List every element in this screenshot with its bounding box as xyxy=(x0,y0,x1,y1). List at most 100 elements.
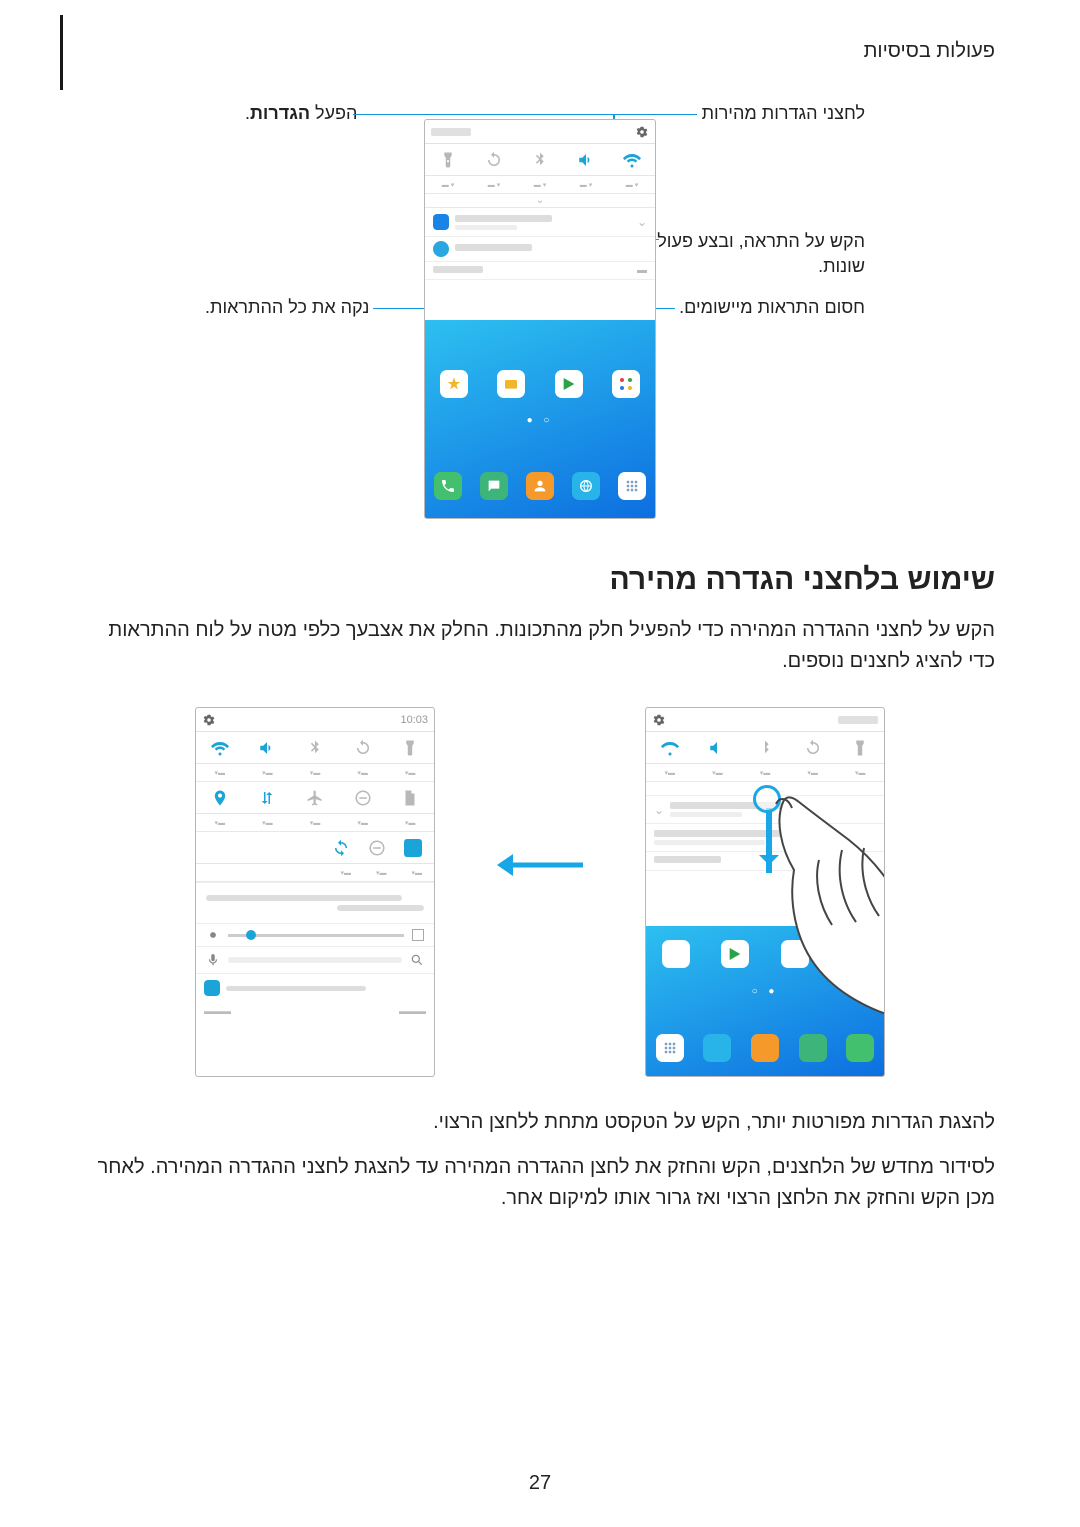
file-icon[interactable] xyxy=(401,789,419,807)
text: הפעל xyxy=(310,103,357,123)
dnd-icon[interactable] xyxy=(354,789,372,807)
callout-tap-notification: הקש על התראה, ובצע פעולות שונות. xyxy=(640,229,865,279)
browser-icon[interactable] xyxy=(703,1034,731,1062)
brightness-icon xyxy=(206,928,220,942)
callout-clear-all: נקה את כל ההתראות. xyxy=(205,297,369,318)
notification-text xyxy=(654,830,876,845)
contacts-icon[interactable] xyxy=(751,1034,779,1062)
play-icon[interactable] xyxy=(555,370,583,398)
wifi-icon[interactable] xyxy=(211,739,229,757)
search-row[interactable] xyxy=(196,946,434,973)
folder-icon[interactable] xyxy=(781,940,809,968)
chevron-down-icon[interactable]: ⌄ xyxy=(637,215,647,229)
app-icon[interactable] xyxy=(662,940,690,968)
airplane-icon[interactable] xyxy=(306,789,324,807)
gear-icon[interactable] xyxy=(202,713,216,727)
star-icon[interactable] xyxy=(840,940,868,968)
notification-item[interactable] xyxy=(425,237,655,262)
tile-icon[interactable] xyxy=(404,839,422,857)
bluetooth-icon[interactable] xyxy=(756,739,774,757)
app-icon[interactable] xyxy=(612,370,640,398)
chevron-down-icon[interactable]: ⌄ xyxy=(654,803,664,817)
page-dots: ○ ● xyxy=(425,415,655,426)
bluetooth-icon[interactable] xyxy=(531,151,549,169)
callout-line xyxy=(615,114,697,115)
qs-labels: ▾▬▾▬▾▬▾▬▾▬ xyxy=(196,764,434,782)
brightness-row xyxy=(196,882,434,923)
browser-icon[interactable] xyxy=(572,472,600,500)
clear-text xyxy=(433,266,631,276)
paragraph: להצגת הגדרות מפורטות יותר, הקש על הטקסט … xyxy=(85,1107,995,1138)
home-row xyxy=(646,940,884,968)
text: שונות. xyxy=(640,254,865,279)
status-time xyxy=(431,128,471,136)
wifi-icon[interactable] xyxy=(661,739,679,757)
text: הקש על התראה, ובצע פעולות xyxy=(640,229,865,254)
notification-text xyxy=(455,215,631,230)
slider-row[interactable] xyxy=(196,923,434,946)
section-heading: שימוש בלחצני הגדרה מהירה xyxy=(85,563,995,597)
search-icon[interactable] xyxy=(410,953,424,967)
sound-icon[interactable] xyxy=(577,151,595,169)
app-badge-icon xyxy=(433,214,449,230)
location-icon[interactable] xyxy=(211,789,229,807)
flashlight-icon[interactable] xyxy=(851,739,869,757)
home-wallpaper: ○ ● xyxy=(425,320,655,518)
status-bar: 10:03 xyxy=(196,708,434,732)
qs-labels: ▾ ▬▾ ▬▾ ▬▾ ▬▾ ▬ xyxy=(425,176,655,194)
bluetooth-icon[interactable] xyxy=(306,739,324,757)
notif-row[interactable] xyxy=(196,973,434,1002)
rotation-icon[interactable] xyxy=(485,151,503,169)
contacts-icon[interactable] xyxy=(526,472,554,500)
home-wallpaper: ○ ● xyxy=(646,926,884,1076)
callout-qs-buttons: לחצני הגדרות מהירות xyxy=(702,103,865,124)
callout-line xyxy=(353,114,613,115)
flashlight-icon[interactable] xyxy=(401,739,419,757)
apps-icon[interactable] xyxy=(618,472,646,500)
clear-icon[interactable]: ▬ xyxy=(637,265,647,276)
notification-item[interactable]: ⌄ xyxy=(425,208,655,237)
sound-icon[interactable] xyxy=(708,739,726,757)
text-bold: הגדרות xyxy=(250,103,310,123)
messages-icon[interactable] xyxy=(799,1034,827,1062)
messages-icon[interactable] xyxy=(480,472,508,500)
dock-row xyxy=(646,1034,884,1062)
qs-row-1 xyxy=(196,732,434,764)
qs-labels: ▾▬▾▬▾▬▾▬▾▬ xyxy=(196,814,434,832)
notification-text xyxy=(455,244,647,254)
home-row xyxy=(425,370,655,398)
status-time xyxy=(838,716,878,724)
gear-icon[interactable] xyxy=(635,125,649,139)
flashlight-icon[interactable] xyxy=(439,151,457,169)
sound-icon[interactable] xyxy=(258,739,276,757)
play-icon[interactable] xyxy=(721,940,749,968)
sync-icon[interactable] xyxy=(332,839,350,857)
callout-launch-settings: הפעל הגדרות. xyxy=(245,103,357,124)
gear-icon[interactable] xyxy=(652,713,666,727)
qs-row-3 xyxy=(196,832,434,864)
divider-rule xyxy=(60,15,63,90)
phone-mock-expanded: 10:03 ▾▬▾▬▾▬▾▬▾▬ ▾▬▾▬▾▬▾▬▾▬ xyxy=(195,707,435,1077)
phone-icon[interactable] xyxy=(846,1034,874,1062)
phone-icon[interactable] xyxy=(434,472,462,500)
rotation-icon[interactable] xyxy=(354,739,372,757)
paragraph: הקש על לחצני ההגדרה המהירה כדי להפעיל חל… xyxy=(85,615,995,677)
auto-checkbox[interactable] xyxy=(412,929,424,941)
app-badge-icon xyxy=(433,241,449,257)
rotation-icon[interactable] xyxy=(804,739,822,757)
apps-icon[interactable] xyxy=(656,1034,684,1062)
page-number: 27 xyxy=(0,1472,1080,1495)
mic-icon[interactable] xyxy=(206,953,220,967)
notification-item[interactable] xyxy=(646,824,884,852)
notification-clear-bar[interactable]: ▬ xyxy=(425,262,655,280)
wifi-icon[interactable] xyxy=(623,151,641,169)
data-icon[interactable] xyxy=(258,789,276,807)
drag-handle[interactable]: ⌄ xyxy=(425,194,655,208)
top-diagram: לחצני הגדרות מהירות הפעל הגדרות. הקש על … xyxy=(85,103,995,528)
star-icon[interactable] xyxy=(440,370,468,398)
minus-icon[interactable] xyxy=(368,839,386,857)
dock-row xyxy=(425,472,655,500)
quick-settings-row xyxy=(646,732,884,764)
folder-icon[interactable] xyxy=(497,370,525,398)
status-time: 10:03 xyxy=(400,714,428,726)
